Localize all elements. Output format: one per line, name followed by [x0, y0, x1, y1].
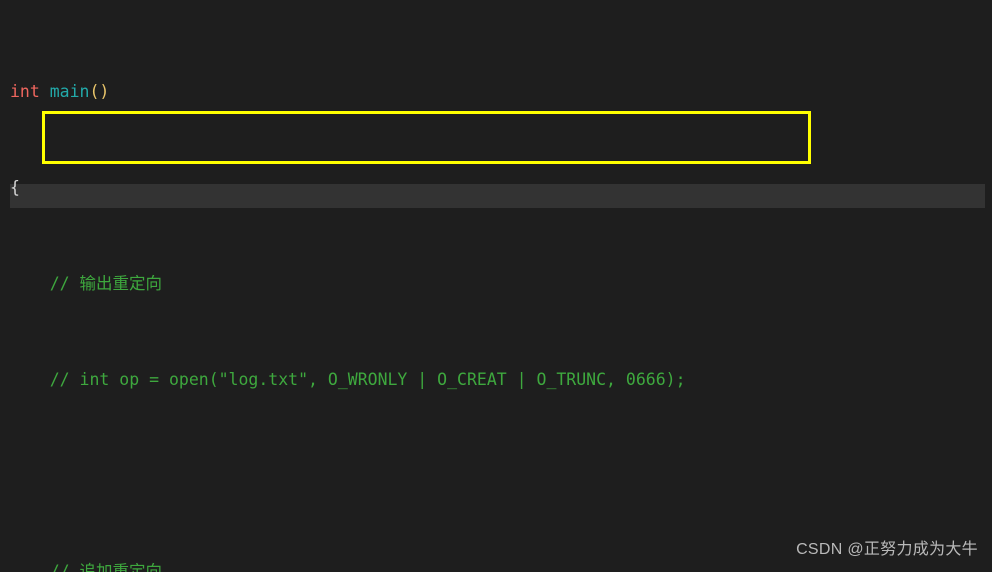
token-parens: () [89, 82, 110, 101]
code-line: // 追加重定向 [10, 560, 686, 572]
code-line: // 输出重定向 [10, 272, 686, 296]
token-keyword-int: int [10, 82, 40, 101]
token-open-brace: { [10, 178, 20, 197]
code-content[interactable]: int main() { // 输出重定向 // int op = open("… [10, 8, 686, 572]
code-line: int main() [10, 80, 686, 104]
watermark: CSDN @正努力成为大牛 [796, 541, 978, 558]
code-line: // int op = open("log.txt", O_WRONLY | O… [10, 368, 686, 392]
code-editor[interactable]: int main() { // 输出重定向 // int op = open("… [0, 0, 992, 572]
token-comment: // 输出重定向 [49, 274, 163, 293]
token-comment: // int op = open("log.txt", O_WRONLY | O… [49, 370, 686, 389]
token-function-main: main [49, 82, 90, 101]
code-line: { [10, 176, 686, 200]
token-comment: // 追加重定向 [49, 562, 163, 572]
